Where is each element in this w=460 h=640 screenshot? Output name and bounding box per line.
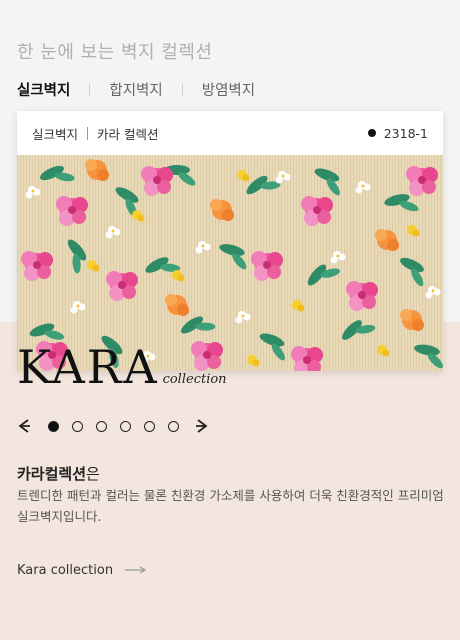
- kara-collection-link-label: Kara collection: [17, 563, 114, 578]
- kara-collection-logo: KARA collection: [17, 344, 227, 390]
- pager-dot[interactable]: [119, 420, 131, 432]
- tab-paper[interactable]: 합지벽지: [109, 79, 162, 100]
- section-title: 한 눈에 보는 벽지 컬렉션: [17, 42, 213, 63]
- chevron-right-icon[interactable]: [195, 418, 209, 434]
- description-body: 트렌디한 패턴과 컬러는 물론 친환경 가소제를 사용하여 더욱 친환경적인 프…: [17, 488, 444, 524]
- breadcrumb-divider: [87, 126, 89, 140]
- tab-silk[interactable]: 실크벽지: [17, 79, 70, 100]
- pager-dot[interactable]: [143, 420, 155, 432]
- card-header: 실크벽지 카라 컬렉션 2318-1: [17, 111, 443, 155]
- tab-divider: [181, 83, 183, 96]
- description-title: 카라컬렉션은: [17, 463, 100, 484]
- kara-collection-link[interactable]: Kara collection: [17, 563, 147, 578]
- product-card[interactable]: 실크벽지 카라 컬렉션 2318-1: [17, 111, 443, 371]
- product-code-label: 2318-1: [383, 125, 428, 141]
- tab-divider: [89, 83, 91, 96]
- floral-wallpaper-image: [17, 155, 443, 371]
- breadcrumb-category: 실크벽지: [32, 126, 79, 142]
- description-title-bold: 카라컬렉션: [17, 465, 87, 483]
- bullet-icon: [367, 129, 376, 137]
- tab-flame-retardant[interactable]: 방염벽지: [202, 79, 255, 100]
- pager-dot[interactable]: [47, 420, 59, 432]
- breadcrumb-collection: 카라 컬렉션: [97, 126, 159, 142]
- chevron-left-icon[interactable]: [17, 418, 31, 434]
- pager-dot[interactable]: [95, 420, 107, 432]
- tab-bar: 실크벽지 합지벽지 방염벽지: [17, 79, 255, 100]
- carousel-pager: [17, 418, 209, 434]
- pager-dot[interactable]: [167, 420, 179, 432]
- long-arrow-right-icon: [125, 563, 147, 578]
- kara-logo-word: KARA: [17, 340, 159, 394]
- product-code: 2318-1: [367, 125, 428, 141]
- kara-logo-sub: collection: [162, 372, 227, 387]
- pager-dot[interactable]: [71, 420, 83, 432]
- description-title-suffix: 은: [86, 465, 100, 483]
